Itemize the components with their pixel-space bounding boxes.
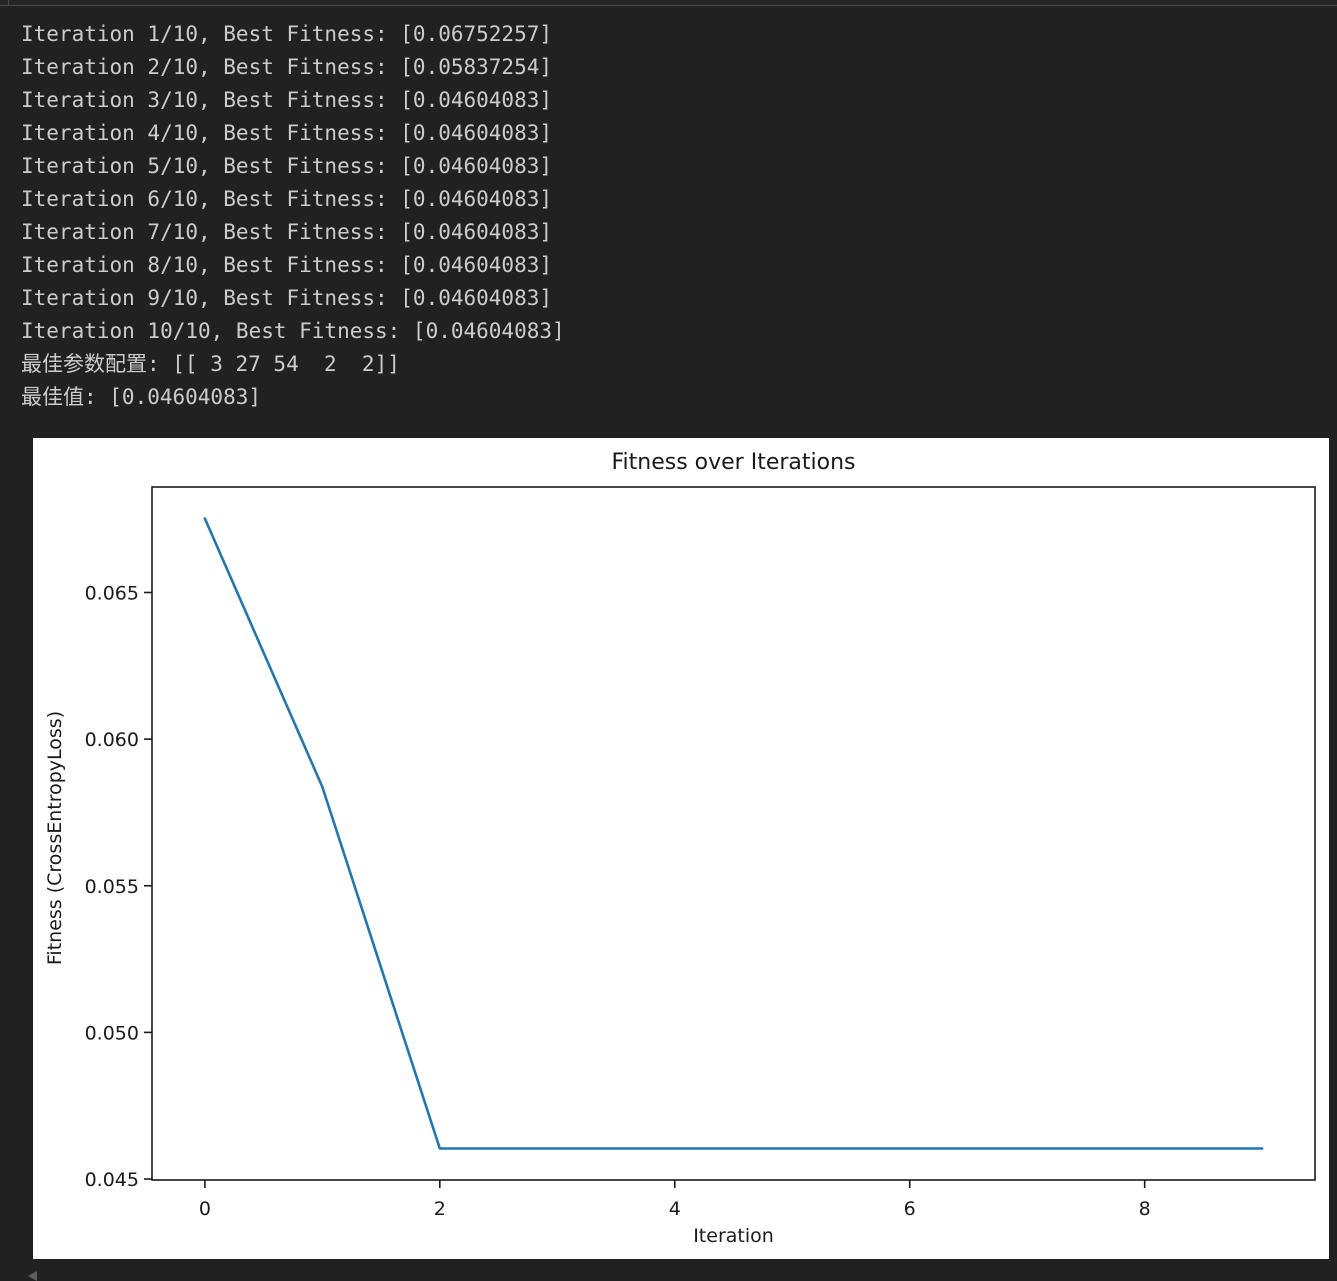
fitness-line [205, 519, 1262, 1149]
terminal-line: Iteration 7/10, Best Fitness: [0.0460408… [21, 216, 1337, 249]
terminal-line: Iteration 8/10, Best Fitness: [0.0460408… [21, 249, 1337, 282]
y-tick-label: 0.055 [85, 876, 139, 898]
axes-frame [152, 487, 1315, 1180]
cell-boundary-notch [8, 0, 9, 5]
y-tick-label: 0.060 [85, 729, 139, 751]
line-chart-canvas: 0 2 4 6 8 0.045 0.050 0.055 0.060 0.065 [33, 438, 1329, 1259]
terminal-output: Iteration 1/10, Best Fitness: [0.0675225… [0, 6, 1337, 414]
x-tick-label: 2 [434, 1198, 446, 1220]
y-tick-label: 0.065 [85, 582, 139, 604]
chart-title: Fitness over Iterations [152, 450, 1315, 475]
terminal-line: Iteration 5/10, Best Fitness: [0.0460408… [21, 150, 1337, 183]
terminal-line: Iteration 9/10, Best Fitness: [0.0460408… [21, 282, 1337, 315]
terminal-line: Iteration 2/10, Best Fitness: [0.0583725… [21, 51, 1337, 84]
terminal-line: Iteration 6/10, Best Fitness: [0.0460408… [21, 183, 1337, 216]
y-tick-label: 0.050 [85, 1022, 139, 1044]
x-tick-label: 4 [669, 1198, 681, 1220]
terminal-line: Iteration 3/10, Best Fitness: [0.0460408… [21, 84, 1337, 117]
terminal-line: Iteration 10/10, Best Fitness: [0.046040… [21, 315, 1337, 348]
output-resize-triangle-icon[interactable] [28, 1271, 37, 1281]
x-tick-label: 0 [199, 1198, 211, 1220]
y-axis-label: Fitness (CrossEntropyLoss) [44, 711, 66, 965]
terminal-line: 最佳参数配置: [[ 3 27 54 2 2]] [21, 348, 1337, 381]
x-tick-label: 6 [904, 1198, 916, 1220]
fitness-chart-figure: 0 2 4 6 8 0.045 0.050 0.055 0.060 0.065 Fitness o… [33, 438, 1329, 1259]
terminal-line: Iteration 1/10, Best Fitness: [0.0675225… [21, 18, 1337, 51]
x-axis-label: Iteration [152, 1225, 1315, 1247]
notebook-output-screen: { "terminal": { "text_color": "#cccccc",… [0, 0, 1337, 1281]
x-tick-label: 8 [1139, 1198, 1151, 1220]
terminal-line: Iteration 4/10, Best Fitness: [0.0460408… [21, 117, 1337, 150]
terminal-line: 最佳值: [0.04604083] [21, 381, 1337, 414]
y-tick-label: 0.045 [85, 1169, 139, 1191]
